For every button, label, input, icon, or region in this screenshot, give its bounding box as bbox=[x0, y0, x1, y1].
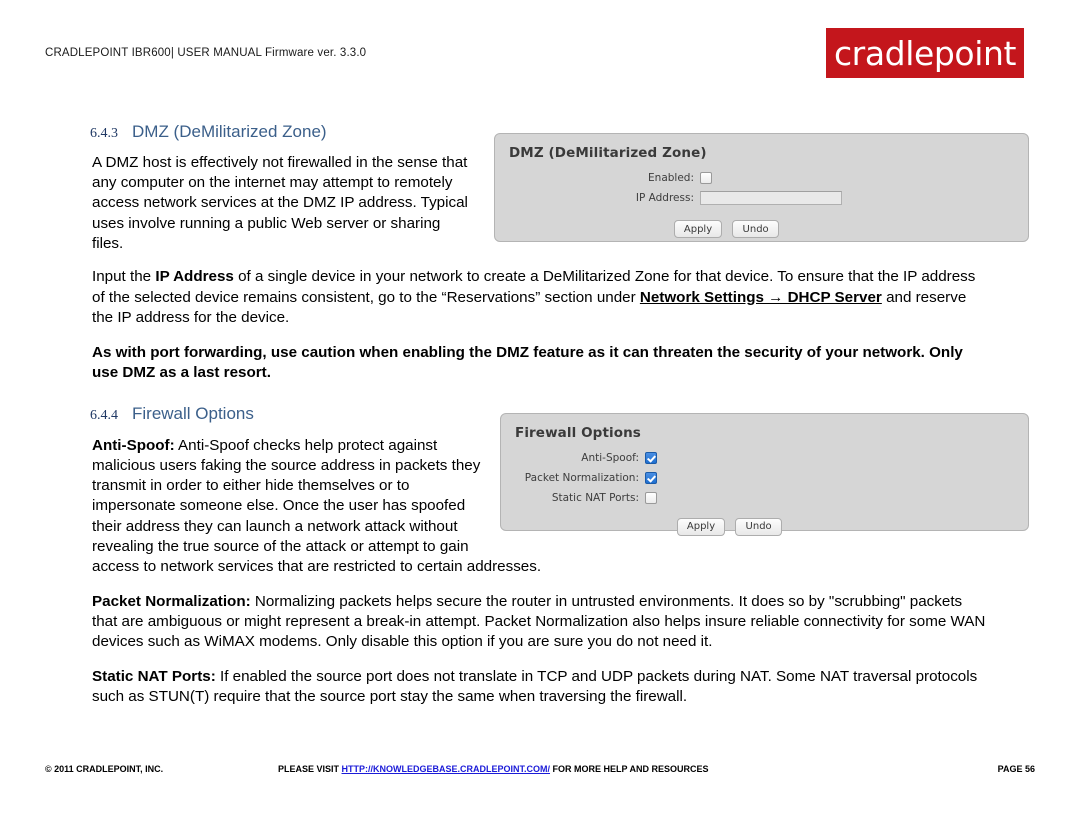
packet-normalization-checkbox[interactable] bbox=[645, 471, 657, 484]
static-nat-ports-checkbox[interactable] bbox=[645, 491, 657, 504]
footer-page-number: PAGE 56 bbox=[997, 764, 1035, 774]
network-settings-dhcp-reference: Network Settings → DHCP Server bbox=[639, 288, 882, 306]
dmz-ip-row: IP Address: bbox=[495, 188, 1028, 208]
section-title-644: Firewall Options bbox=[132, 403, 254, 423]
section-title-643: DMZ (DeMilitarized Zone) bbox=[132, 122, 327, 141]
antispoof-checkbox[interactable] bbox=[645, 451, 657, 464]
dmz-ip-input[interactable] bbox=[700, 191, 842, 205]
footer-visit-suffix: FOR MORE HELP AND RESOURCES bbox=[550, 764, 709, 774]
firewall-panel-rows: Anti-Spoof: Packet Normalization: Static… bbox=[501, 441, 1028, 508]
static-nat-ports-paragraph: Static NAT Ports: If enabled the source … bbox=[0, 667, 1080, 708]
knowledgebase-link[interactable]: HTTP://KNOWLEDGEBASE.CRADLEPOINT.COM/ bbox=[342, 764, 551, 774]
static-nat-ports-label: Static NAT Ports: bbox=[551, 491, 639, 504]
section-number-643: 6.4.3 bbox=[90, 126, 118, 141]
dmz-ip-text-1: Input the bbox=[92, 268, 156, 286]
static-nat-ports-row: Static NAT Ports: bbox=[501, 488, 1028, 508]
packet-normalization-paragraph: Packet Normalization: Normalizing packet… bbox=[0, 592, 1080, 653]
dmz-undo-button[interactable]: Undo bbox=[732, 220, 780, 238]
dmz-enabled-label: Enabled: bbox=[648, 172, 694, 184]
running-title: CRADLEPOINT IBR600| USER MANUAL Firmware… bbox=[45, 47, 367, 59]
packet-normalization-term: Packet Normalization: bbox=[92, 592, 251, 610]
dmz-enabled-row: Enabled: bbox=[495, 168, 1028, 188]
firewall-panel-buttons: Apply Undo bbox=[501, 508, 1028, 536]
dmz-panel: DMZ (DeMilitarized Zone) Enabled: IP Add… bbox=[494, 133, 1029, 242]
static-nat-ports-term: Static NAT Ports: bbox=[92, 667, 216, 685]
firewall-apply-button[interactable]: Apply bbox=[676, 517, 726, 536]
dmz-enabled-checkbox[interactable] bbox=[700, 172, 712, 184]
static-nat-ports-description: If enabled the source port does not tran… bbox=[92, 667, 978, 705]
antispoof-label: Anti-Spoof: bbox=[581, 451, 639, 464]
packet-normalization-label: Packet Normalization: bbox=[524, 471, 639, 484]
antispoof-row: Anti-Spoof: bbox=[501, 448, 1028, 468]
dmz-ip-bold: IP Address bbox=[155, 268, 234, 286]
dmz-panel-rows: Enabled: IP Address: bbox=[495, 161, 1028, 208]
dmz-panel-buttons: Apply Undo bbox=[495, 208, 1028, 238]
footer-copyright: © 2011 CRADLEPOINT, INC. bbox=[45, 764, 164, 774]
logo-text: cradlepoint bbox=[833, 33, 1017, 73]
firewall-undo-button[interactable]: Undo bbox=[735, 517, 783, 536]
firewall-panel: Firewall Options Anti-Spoof: Packet Norm… bbox=[500, 412, 1029, 536]
cradlepoint-logo: cradlepoint bbox=[826, 28, 1024, 78]
antispoof-term: Anti-Spoof: bbox=[92, 436, 175, 454]
dmz-apply-button[interactable]: Apply bbox=[673, 220, 723, 238]
footer-help-line: PLEASE VISIT HTTP://KNOWLEDGEBASE.CRADLE… bbox=[278, 764, 709, 774]
firewall-options-screenshot: Firewall Options Anti-Spoof: Packet Norm… bbox=[493, 405, 1035, 538]
page-header: CRADLEPOINT IBR600| USER MANUAL Firmware… bbox=[0, 0, 1080, 96]
firewall-panel-title: Firewall Options bbox=[515, 424, 641, 441]
dmz-panel-title: DMZ (DeMilitarized Zone) bbox=[509, 145, 707, 161]
antispoof-description: Anti-Spoof checks help protect against m… bbox=[92, 436, 542, 576]
dmz-ip-label: IP Address: bbox=[635, 192, 694, 204]
footer-visit-prefix: PLEASE VISIT bbox=[278, 764, 342, 774]
dmz-intro-text: A DMZ host is effectively not firewalled… bbox=[92, 153, 468, 252]
dmz-settings-screenshot: DMZ (DeMilitarized Zone) Enabled: IP Add… bbox=[487, 126, 1035, 249]
page-content: DMZ (DeMilitarized Zone) Enabled: IP Add… bbox=[0, 96, 1080, 707]
section-number-644: 6.4.4 bbox=[90, 407, 118, 423]
dmz-warning-paragraph: As with port forwarding, use caution whe… bbox=[92, 344, 963, 382]
page-footer: © 2011 CRADLEPOINT, INC. PLEASE VISIT HT… bbox=[0, 764, 1080, 834]
packet-normalization-row: Packet Normalization: bbox=[501, 468, 1028, 488]
dmz-ip-paragraph: Input the IP Address of a single device … bbox=[0, 267, 1080, 328]
